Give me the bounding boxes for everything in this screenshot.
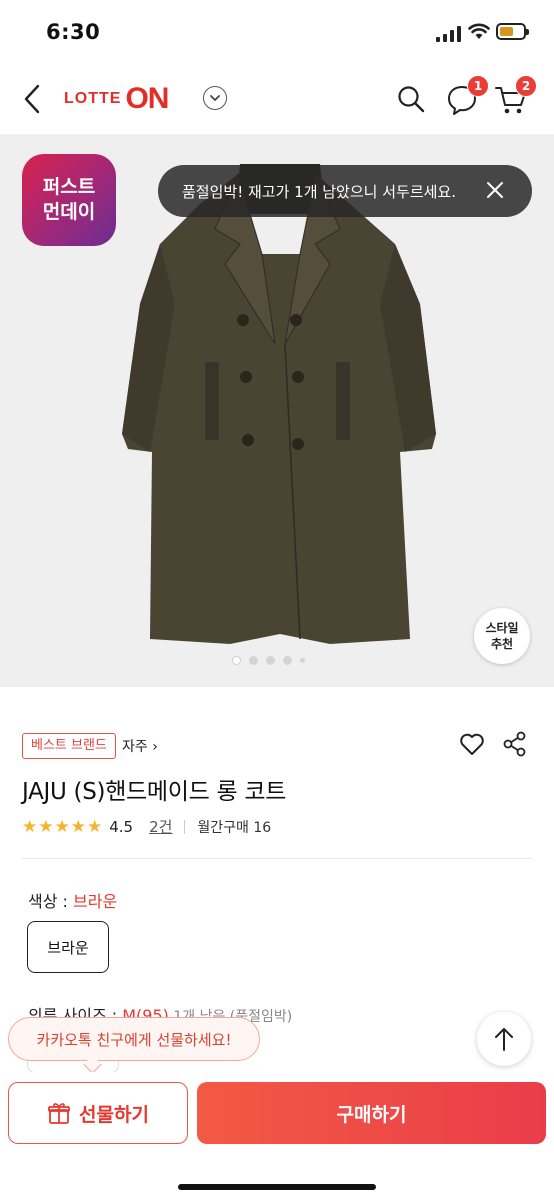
monthly-purchase-count: 월간구매 16 (197, 819, 272, 836)
pagination-dot[interactable] (249, 656, 258, 665)
status-time: 6:30 (46, 20, 101, 44)
rating-stars: ★★★★★ (22, 816, 104, 837)
scroll-to-top-button[interactable] (477, 1012, 531, 1066)
mall-dropdown-button[interactable] (203, 86, 227, 110)
back-arrow-icon[interactable] (18, 82, 48, 116)
pagination-dot[interactable] (232, 656, 241, 665)
promo-badge-line1: 퍼스트 (42, 176, 96, 198)
brand-link[interactable]: 자주 › (122, 736, 158, 756)
section-divider (22, 858, 532, 859)
low-stock-toast: 품절임박! 재고가 1개 남았으니 서두르세요. (158, 165, 532, 217)
share-icon[interactable] (503, 731, 527, 757)
search-icon[interactable] (396, 84, 426, 114)
color-option-chip[interactable]: 브라운 (27, 921, 109, 973)
chevron-down-icon (210, 95, 220, 102)
gift-button[interactable]: 선물하기 (8, 1082, 188, 1144)
style-rec-line2: 추천 (490, 637, 514, 651)
lotte-on-logo[interactable]: LOTTE ON (64, 82, 169, 116)
pagination-dot[interactable] (300, 658, 305, 663)
color-label-text: 색상 : (28, 892, 74, 911)
arrow-up-icon (495, 1028, 513, 1051)
logo-on-text: ON (125, 82, 169, 115)
first-monday-promo-badge[interactable]: 퍼스트 먼데이 (22, 154, 116, 246)
product-title: JAJU (S)핸드메이드 롱 코트 (22, 779, 287, 805)
cart-badge: 2 (515, 75, 537, 97)
cellular-signal-icon (436, 26, 461, 42)
style-rec-line1: 스타일 (485, 621, 519, 635)
pagination-dot[interactable] (283, 656, 292, 665)
kakao-gift-tooltip[interactable]: 카카오톡 친구에게 선물하세요! (8, 1017, 260, 1061)
gift-icon (48, 1103, 70, 1124)
buy-button[interactable]: 구매하기 (197, 1082, 546, 1144)
low-stock-message: 품절임박! 재고가 1개 남았으니 서두르세요. (182, 182, 456, 201)
home-indicator (178, 1184, 376, 1190)
color-option-label: 색상 : 브라운 (28, 888, 117, 912)
battery-icon (496, 23, 529, 40)
logo-lotte-text: LOTTE (64, 90, 122, 107)
rating-value: 4.5 (109, 817, 134, 836)
heart-icon[interactable] (459, 732, 485, 756)
promo-badge-line2: 먼데이 (42, 201, 96, 223)
best-brand-badge: 베스트 브랜드 (22, 733, 116, 759)
close-icon[interactable] (484, 179, 506, 201)
pagination-dot[interactable] (266, 656, 275, 665)
style-recommend-button[interactable]: 스타일 추천 (474, 608, 530, 664)
review-count-link[interactable]: 2건 (149, 816, 172, 837)
divider (184, 819, 186, 834)
chat-badge: 1 (467, 75, 489, 97)
gallery-pagination-dots (232, 656, 305, 665)
wifi-icon (468, 23, 490, 39)
color-selected-value: 브라운 (73, 892, 118, 911)
status-bar: 6:30 (0, 0, 554, 64)
gift-button-label: 선물하기 (79, 1103, 149, 1126)
rating-row: ★★★★★ 4.5 2건 월간구매 16 (22, 816, 271, 837)
